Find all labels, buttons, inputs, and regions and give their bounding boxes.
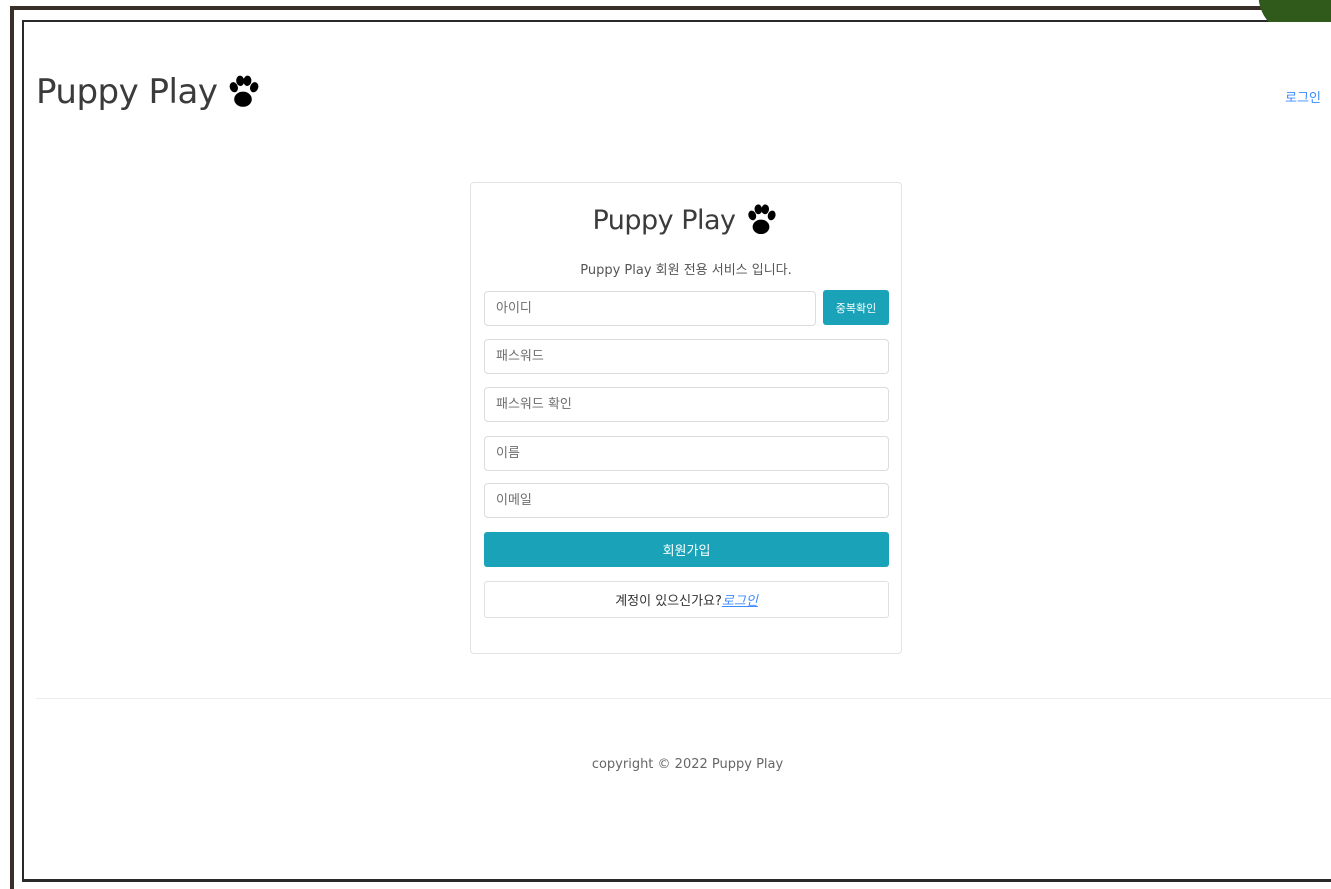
card-brand: Puppy Play (471, 201, 901, 239)
paw-icon (747, 204, 776, 235)
password-confirm-input[interactable] (484, 387, 889, 422)
header-brand-text: Puppy Play (36, 72, 218, 112)
name-input[interactable] (484, 436, 889, 471)
header-brand[interactable]: Puppy Play (36, 72, 263, 112)
signup-card: Puppy Play Puppy Play 회원 전용 서비스 입니다. 중복확… (470, 182, 902, 654)
card-subtitle: Puppy Play 회원 전용 서비스 입니다. (580, 263, 792, 278)
id-input[interactable] (484, 291, 816, 326)
paw-icon (230, 75, 259, 107)
signup-page: Puppy Play 로그인 Puppy Play Puppy Play 회원 … (24, 22, 1331, 879)
signup-button[interactable]: 회원가입 (484, 532, 889, 567)
login-prompt-box: 계정이 있으신가요? 로그인 (484, 581, 889, 618)
login-prompt-text: 계정이 있으신가요? (615, 594, 722, 609)
duplicate-check-button[interactable]: 중복확인 (823, 290, 889, 325)
footer-copyright: copyright © 2022 Puppy Play (591, 757, 784, 772)
email-input[interactable] (484, 483, 889, 518)
header-login-link[interactable]: 로그인 (1285, 87, 1321, 106)
password-input[interactable] (484, 339, 889, 374)
footer-divider (36, 698, 1331, 699)
card-brand-text: Puppy Play (592, 204, 736, 236)
card-login-link[interactable]: 로그인 (722, 590, 758, 609)
photo-frame: Puppy Play 로그인 Puppy Play Puppy Play 회원 … (0, 0, 1331, 889)
